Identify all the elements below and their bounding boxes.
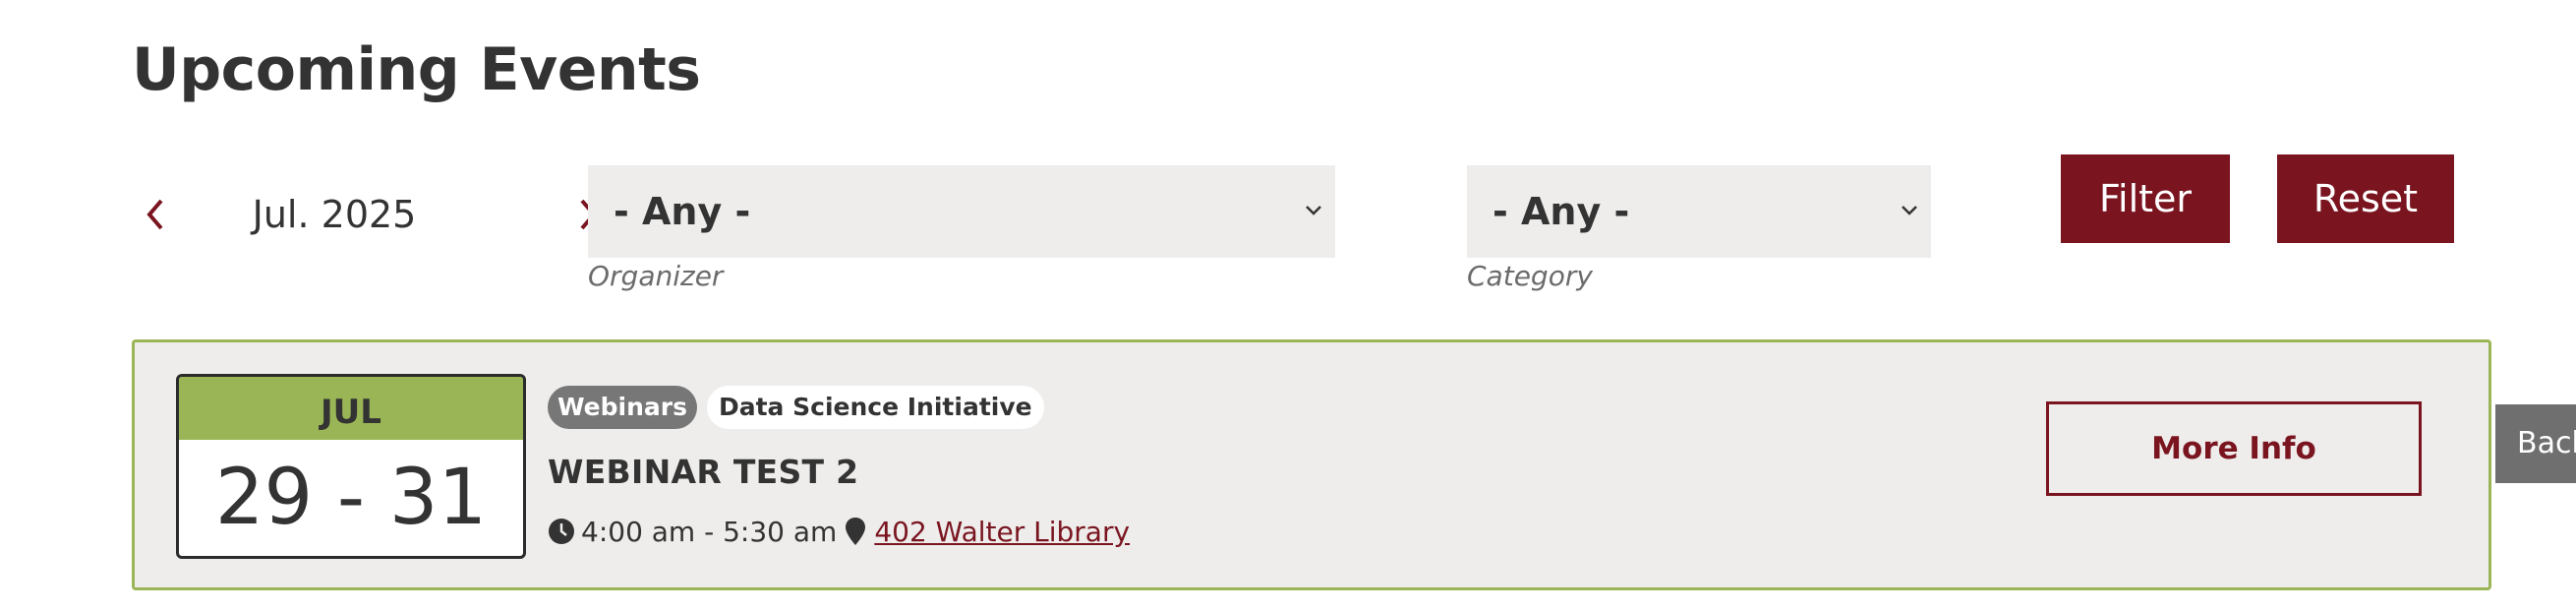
- page-title: Upcoming Events: [132, 35, 701, 104]
- organizer-select-value: - Any -: [614, 190, 751, 233]
- event-date-badge: JUL 29 - 31: [176, 374, 526, 559]
- chevron-down-icon: [1902, 206, 1917, 215]
- map-pin-icon: [846, 518, 866, 545]
- chevron-down-icon: [1306, 206, 1321, 215]
- event-title[interactable]: WEBINAR TEST 2: [548, 453, 858, 491]
- event-card: JUL 29 - 31 Webinars Data Science Initia…: [132, 339, 2491, 590]
- event-date-days: 29 - 31: [214, 454, 488, 542]
- more-info-button[interactable]: More Info: [2046, 401, 2422, 496]
- clock-icon: [549, 519, 574, 544]
- event-time: 4:00 am - 5:30 am: [581, 515, 838, 548]
- event-tag[interactable]: Webinars: [548, 386, 697, 429]
- reset-button[interactable]: Reset: [2277, 154, 2454, 243]
- event-date-month: JUL: [179, 377, 523, 440]
- event-location-link[interactable]: 402 Walter Library: [874, 516, 1130, 548]
- month-navigator: Jul. 2025: [128, 187, 597, 242]
- event-tags: Webinars Data Science Initiative: [548, 386, 1044, 429]
- back-to-top-tab[interactable]: Back: [2495, 404, 2576, 483]
- organizer-help-text: Organizer: [588, 260, 724, 292]
- event-tag[interactable]: Data Science Initiative: [706, 386, 1044, 429]
- event-meta: 4:00 am - 5:30 am 402 Walter Library: [548, 512, 1130, 551]
- category-help-text: Category: [1467, 260, 1593, 292]
- current-month-label: Jul. 2025: [252, 193, 417, 236]
- category-select-value: - Any -: [1493, 190, 1630, 233]
- prev-month-button[interactable]: [128, 187, 183, 242]
- filter-button[interactable]: Filter: [2061, 154, 2230, 243]
- category-select[interactable]: - Any -: [1467, 165, 1931, 258]
- organizer-select[interactable]: - Any -: [588, 165, 1335, 258]
- chevron-left-icon: [146, 199, 163, 230]
- events-page: Upcoming Events Jul. 2025 - Any - Organi…: [0, 0, 2576, 612]
